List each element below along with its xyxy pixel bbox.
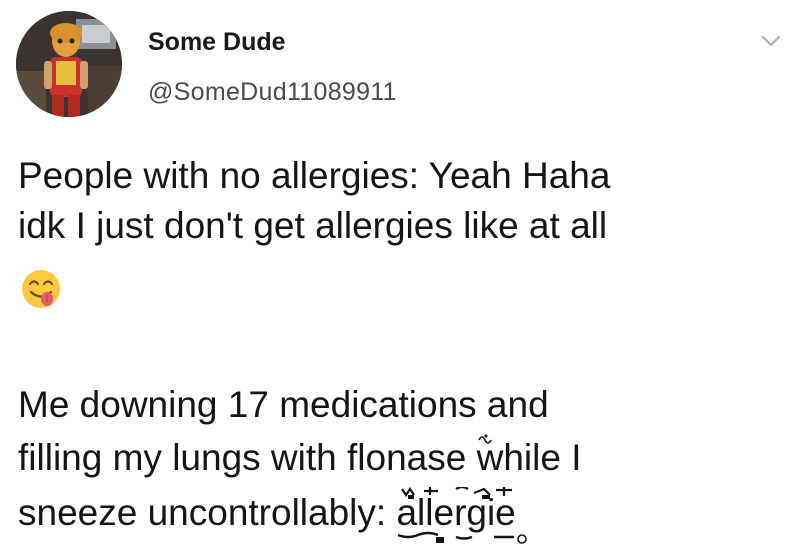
tweet-text-segment: filling my lungs with flonase <box>18 437 477 478</box>
tweet-text-line: filling my lungs with flonase while I <box>18 432 788 484</box>
tweet-text-line: People with no allergies: Yeah Haha <box>18 155 611 196</box>
face-savoring-food-emoji-icon <box>20 268 62 310</box>
garbled-word: while <box>477 432 561 484</box>
avatar[interactable] <box>16 11 122 117</box>
tweet-text-segment: sneeze uncontrollably: <box>18 492 397 533</box>
garbled-word-text: while <box>476 437 561 478</box>
avatar-photo-icon <box>16 11 122 117</box>
user-handle[interactable]: @SomeDud11089911 <box>148 78 397 107</box>
chevron-down-icon[interactable] <box>760 30 782 52</box>
garbled-word-text: allergie <box>396 492 516 533</box>
tweet-text-line: sneeze uncontrollably: allergie <box>18 487 788 544</box>
garbled-word: allergie <box>396 487 528 544</box>
display-name[interactable]: Some Dude <box>148 28 286 57</box>
tweet-text-line: idk I just don't get allergies like at a… <box>18 205 608 246</box>
tweet-text-line: Me downing 17 medications and <box>18 384 549 425</box>
tweet-card: Some Dude @SomeDud11089911 People with n… <box>0 0 800 555</box>
tweet-text-segment: I <box>560 437 582 478</box>
